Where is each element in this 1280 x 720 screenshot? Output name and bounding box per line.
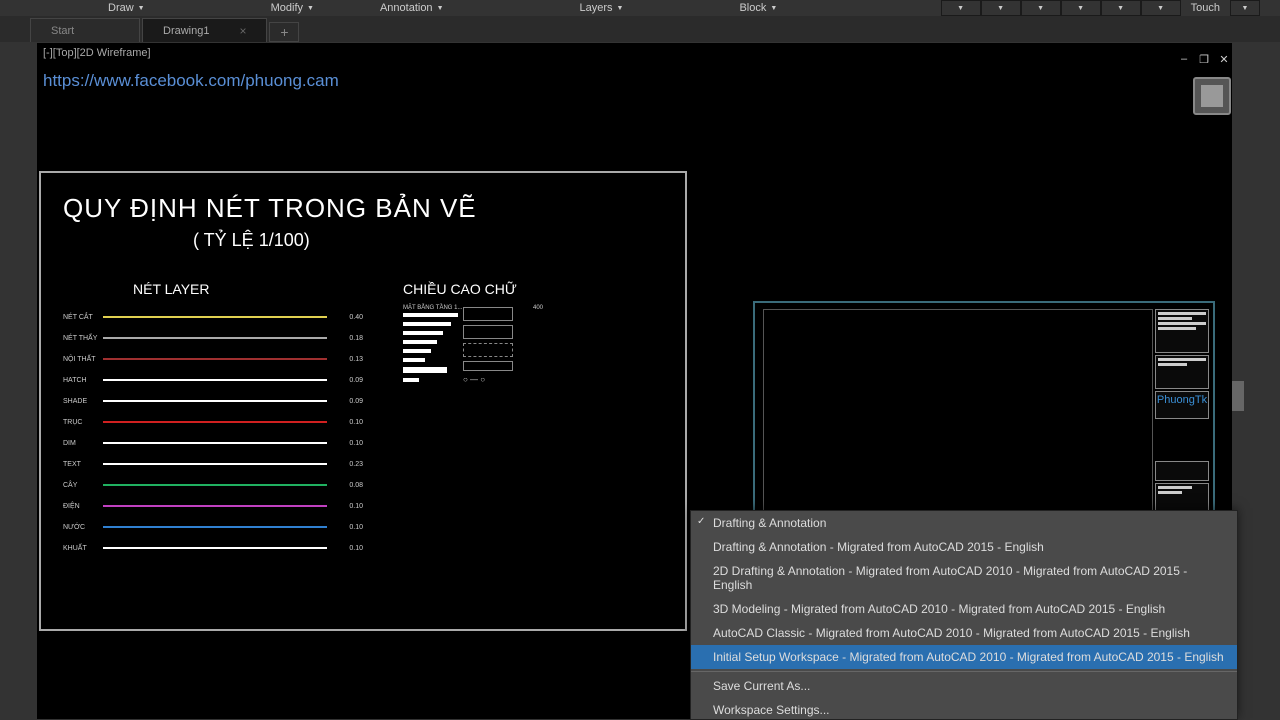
layer-row: KHUẤT 0.10 — [63, 538, 363, 558]
layer-heading: NÉT LAYER — [133, 281, 363, 297]
workspace-option[interactable]: Drafting & Annotation — [691, 511, 1237, 535]
layer-line — [103, 442, 327, 444]
layer-name: TEXT — [63, 461, 103, 468]
layer-name: TRỤC — [63, 419, 103, 426]
layer-line — [103, 400, 327, 402]
qat-drop-3[interactable]: ▼ — [1021, 0, 1061, 16]
layer-name: KHUẤT — [63, 545, 103, 552]
layer-value: 0.10 — [333, 503, 363, 510]
layer-line — [103, 337, 327, 339]
layer-row: NÉT CẮT 0.40 — [63, 307, 363, 327]
view-cube[interactable] — [1193, 77, 1231, 115]
layer-line — [103, 421, 327, 423]
layer-name: NÉT CẮT — [63, 314, 103, 321]
menu-block[interactable]: Block▼ — [731, 0, 785, 16]
layer-row: DIM 0.10 — [63, 433, 363, 453]
menu-bar: Draw▼ Modify▼ Annotation▼ Layers▼ Block▼… — [0, 0, 1280, 16]
workspace-option[interactable]: Drafting & Annotation - Migrated from Au… — [691, 535, 1237, 559]
document-tabs: Start Drawing1× + — [0, 16, 1280, 42]
layer-name: SHADE — [63, 398, 103, 405]
layer-value: 0.10 — [333, 545, 363, 552]
layer-line — [103, 484, 327, 486]
right-palette — [1244, 42, 1280, 720]
layer-name: NƯỚC — [63, 524, 103, 531]
menu-layers[interactable]: Layers▼ — [572, 0, 632, 16]
drawing-content: QUY ĐỊNH NÉT TRONG BẢN VẼ ( TỶ LỆ 1/100)… — [39, 171, 687, 631]
layer-line — [103, 526, 327, 528]
qat-drop-2[interactable]: ▼ — [981, 0, 1021, 16]
drawing-title: QUY ĐỊNH NÉT TRONG BẢN VẼ — [63, 193, 663, 224]
layer-row: SHADE 0.09 — [63, 391, 363, 411]
layer-row: ĐIỆN 0.10 — [63, 496, 363, 516]
left-palette — [0, 42, 36, 720]
layer-row: CÂY 0.08 — [63, 475, 363, 495]
layer-value: 0.18 — [333, 335, 363, 342]
menu-modify[interactable]: Modify▼ — [263, 0, 322, 16]
qat-drop-4[interactable]: ▼ — [1061, 0, 1101, 16]
menu-annotation[interactable]: Annotation▼ — [372, 0, 452, 16]
viewport-maximize-icon[interactable]: ❐ — [1197, 53, 1211, 67]
layer-row: NÉT THẤY 0.18 — [63, 328, 363, 348]
layer-value: 0.10 — [333, 419, 363, 426]
layer-value: 0.09 — [333, 377, 363, 384]
layer-row: NỘI THẤT 0.13 — [63, 349, 363, 369]
layer-value: 0.40 — [333, 314, 363, 321]
layer-line — [103, 505, 327, 507]
preview-brand: PhuongTk — [1156, 392, 1208, 408]
layer-value: 0.08 — [333, 482, 363, 489]
drawing-subtitle: ( TỶ LỆ 1/100) — [193, 230, 663, 251]
layer-name: NỘI THẤT — [63, 356, 103, 363]
menu-workspace-settings[interactable]: Workspace Settings... — [691, 698, 1237, 719]
url-text: https://www.facebook.com/phuong.cam — [43, 71, 339, 91]
qat-drop-5[interactable]: ▼ — [1101, 0, 1141, 16]
viewport-minimize-icon[interactable]: – — [1177, 53, 1191, 67]
layer-value: 0.23 — [333, 461, 363, 468]
layer-name: CÂY — [63, 482, 103, 489]
workspace-option[interactable]: 3D Modeling - Migrated from AutoCAD 2010… — [691, 597, 1237, 621]
text-height-heading: CHIỀU CAO CHỮ — [403, 281, 543, 297]
layer-row: NƯỚC 0.10 — [63, 517, 363, 537]
layer-row: TEXT 0.23 — [63, 454, 363, 474]
menu-save-current-as[interactable]: Save Current As... — [691, 674, 1237, 698]
viewport-close-icon[interactable]: ✕ — [1217, 53, 1231, 67]
layer-value: 0.10 — [333, 524, 363, 531]
layer-line — [103, 316, 327, 318]
layer-name: HATCH — [63, 377, 103, 384]
layer-line — [103, 463, 327, 465]
workspace-option[interactable]: 2D Drafting & Annotation - Migrated from… — [691, 559, 1237, 597]
workspace-switcher-menu: Drafting & AnnotationDrafting & Annotati… — [690, 510, 1238, 720]
tab-add-button[interactable]: + — [269, 22, 299, 42]
layer-value: 0.10 — [333, 440, 363, 447]
tab-drawing1[interactable]: Drawing1× — [142, 18, 267, 42]
qat-drop-7[interactable]: ▼ — [1230, 0, 1260, 16]
preview-thumbnail: PhuongTk — [753, 301, 1215, 541]
scroll-thumb[interactable] — [1232, 381, 1244, 411]
tab-close-icon[interactable]: × — [239, 24, 246, 38]
layer-value: 0.09 — [333, 398, 363, 405]
layer-name: DIM — [63, 440, 103, 447]
layer-row: TRỤC 0.10 — [63, 412, 363, 432]
layer-value: 0.13 — [333, 356, 363, 363]
layer-line — [103, 379, 327, 381]
layer-row: HATCH 0.09 — [63, 370, 363, 390]
layer-line — [103, 547, 327, 549]
qat-drop-6[interactable]: ▼ — [1141, 0, 1181, 16]
layer-name: NÉT THẤY — [63, 335, 103, 342]
workspace-option[interactable]: AutoCAD Classic - Migrated from AutoCAD … — [691, 621, 1237, 645]
tab-start[interactable]: Start — [30, 18, 140, 42]
qat-drop-1[interactable]: ▼ — [941, 0, 981, 16]
viewport-label[interactable]: [-][Top][2D Wireframe] — [37, 43, 157, 63]
menu-draw[interactable]: Draw▼ — [100, 0, 153, 16]
touch-button[interactable]: Touch — [1181, 0, 1230, 16]
workspace-option[interactable]: Initial Setup Workspace - Migrated from … — [691, 645, 1237, 669]
layer-name: ĐIỆN — [63, 503, 103, 510]
layer-line — [103, 358, 327, 360]
